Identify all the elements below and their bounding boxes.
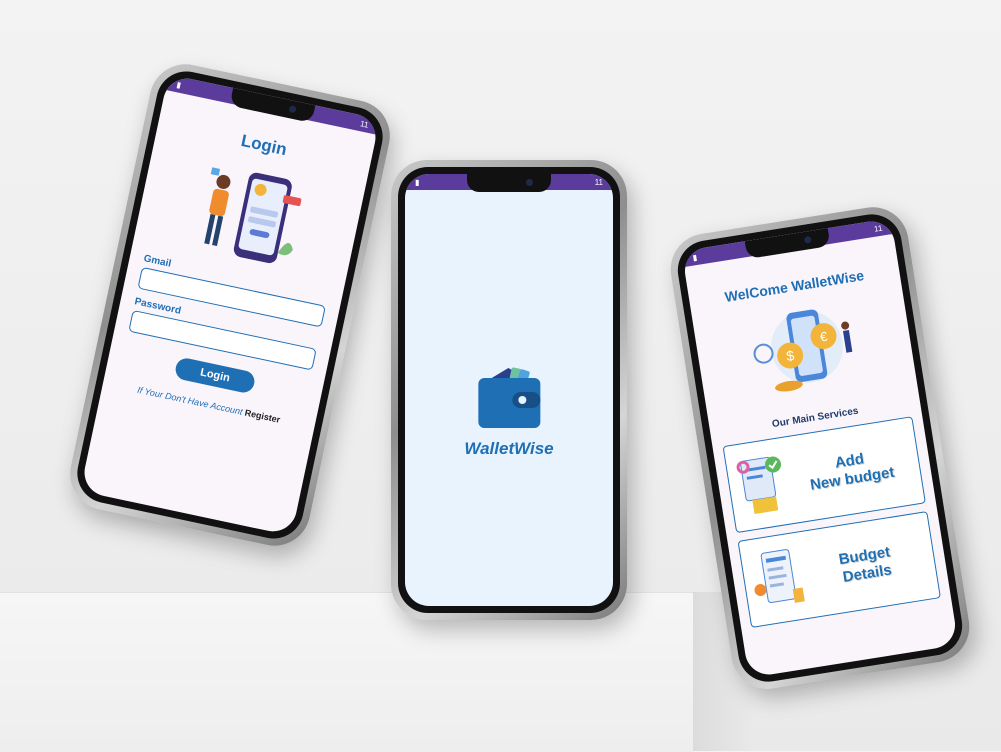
splash-phone: ▮ 11 WalletWise (391, 160, 627, 620)
sim-icon: ▮ (691, 252, 698, 263)
home-title: WelCome WalletWise (723, 267, 866, 305)
no-account-text: If Your Don't Have Account (136, 384, 244, 417)
budget-details-card[interactable]: Budget Details (737, 511, 941, 628)
camera-icon (526, 179, 533, 186)
notch (467, 174, 551, 192)
camera-icon (803, 235, 812, 244)
login-illustration (180, 155, 318, 278)
status-time: 11 (359, 118, 370, 130)
camera-icon (288, 105, 297, 114)
app-logo: WalletWise (464, 364, 554, 459)
login-phone: ▮ 11 Login Gmail Password Login If Your … (63, 57, 397, 553)
currency-illustration: $ € (743, 299, 866, 405)
login-screen: ▮ 11 Login Gmail Password Login If Your … (80, 74, 380, 536)
add-budget-label: Add New budget (787, 443, 915, 498)
splash-screen: ▮ 11 WalletWise (405, 174, 613, 606)
status-time: 11 (594, 177, 603, 187)
budget-details-label: Budget Details (802, 538, 930, 593)
notch (229, 87, 316, 123)
app-name: WalletWise (464, 439, 554, 458)
wallet-icon (477, 367, 540, 428)
register-prompt: If Your Don't Have Account Register (102, 377, 315, 432)
add-budget-illustration (731, 449, 794, 521)
register-link[interactable]: Register (244, 408, 281, 425)
home-screen: ▮ 11 WelCome WalletWise $ € Our Main Ser… (681, 218, 959, 678)
status-time: 11 (873, 223, 883, 234)
sim-icon: ▮ (175, 79, 183, 90)
sim-icon: ▮ (415, 177, 420, 187)
login-button[interactable]: Login (173, 356, 257, 395)
notch (744, 228, 831, 260)
budget-details-illustration (746, 543, 809, 615)
